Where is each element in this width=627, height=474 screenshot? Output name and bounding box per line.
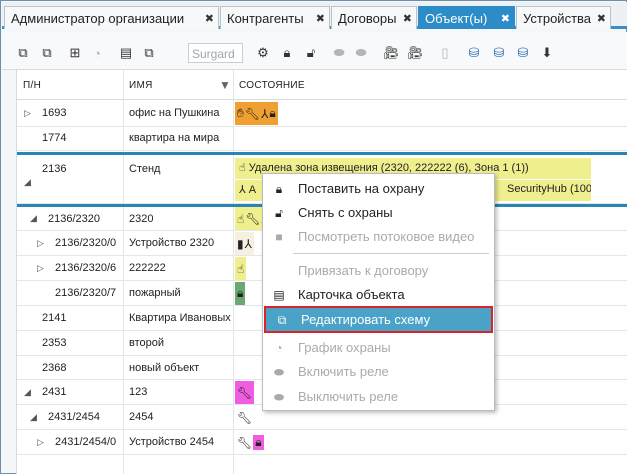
- table-row[interactable]: 1774 квартира на мира: [17, 127, 627, 151]
- app-window: Администратор организации ✖ Контрагенты …: [0, 0, 627, 474]
- state-badge: 🔒︎: [235, 282, 246, 305]
- tab-label: Объект(ы): [425, 11, 488, 26]
- tab-devices[interactable]: Устройства ✖: [516, 6, 611, 29]
- camera-remove-icon[interactable]: 🎥︎: [406, 44, 424, 62]
- relay-on-icon[interactable]: ⬬: [330, 44, 348, 62]
- scheme-icon: ⧉: [277, 313, 287, 327]
- menu-separator: [293, 253, 489, 254]
- menu-item-bind-contract[interactable]: Привязать к договору: [263, 259, 494, 283]
- db-edit-icon[interactable]: ⛁: [490, 44, 508, 62]
- expand-arrow-icon[interactable]: ▷: [37, 437, 44, 448]
- menu-item-guard-schedule[interactable]: ◔ График охраны: [263, 336, 494, 360]
- close-icon[interactable]: ✖: [403, 12, 412, 25]
- close-icon[interactable]: ✖: [597, 12, 606, 25]
- touch-icon: ☝︎: [239, 162, 246, 174]
- unlock-icon: 🔓︎: [275, 206, 283, 220]
- state-badge: ✋︎ 🔧︎ ⅄ 🔒︎: [235, 102, 278, 125]
- close-icon[interactable]: ✖: [501, 12, 510, 25]
- close-icon[interactable]: ✖: [205, 12, 214, 25]
- touch-icon: ☝︎: [237, 261, 245, 276]
- column-header-pn[interactable]: П/Н: [23, 80, 41, 91]
- column-header-name[interactable]: ИМЯ: [129, 80, 153, 91]
- expand-arrow-icon[interactable]: ▷: [37, 263, 44, 274]
- tab-contracts[interactable]: Договоры ✖: [331, 6, 417, 29]
- collapse-arrow-icon[interactable]: ◢: [30, 213, 37, 224]
- context-menu: 🔒︎ Поставить на охрану 🔓︎ Снять с охраны…: [262, 173, 495, 411]
- toolbar: ⧉ ⧉ ⊞ ◔ ▤ ⧉ Surgard ⚙ 🔒︎ 🔓︎ ⬬ ⬬ 🎥︎ 🎥︎ ▯ …: [2, 32, 627, 70]
- wrench-icon: 🔧︎: [237, 410, 253, 425]
- menu-item-edit-scheme[interactable]: ⧉ Редактировать схему: [264, 306, 493, 333]
- db-delete-icon[interactable]: ⛁: [514, 44, 532, 62]
- surgard-button[interactable]: Surgard: [188, 43, 243, 63]
- expand-all-icon[interactable]: ⧉: [14, 44, 32, 62]
- table-row[interactable]: ▷ 1693 офис на Пушкина ✋︎ 🔧︎ ⅄ 🔒︎: [17, 101, 627, 127]
- state-badge: ☝︎: [235, 257, 247, 280]
- clock-icon: ◔: [275, 341, 283, 355]
- menu-item-stream-video[interactable]: ■ Посмотреть потоковое видео: [263, 225, 494, 249]
- tab-contractors[interactable]: Контрагенты ✖: [220, 6, 330, 29]
- tab-bar: Администратор организации ✖ Контрагенты …: [2, 2, 627, 29]
- tab-org-admin[interactable]: Администратор организации ✖: [4, 6, 219, 29]
- lock-icon: 🔒︎: [253, 435, 264, 450]
- tab-objects[interactable]: Объект(ы) ✖: [418, 6, 515, 29]
- lock-icon: 🔒︎: [275, 182, 283, 196]
- collapse-arrow-icon[interactable]: ◢: [24, 387, 31, 398]
- download-icon[interactable]: ⬇: [538, 44, 556, 62]
- column-header-state[interactable]: СОСТОЯНИЕ: [239, 80, 305, 91]
- tab-label: Контрагенты: [227, 11, 304, 26]
- lock-icon: 🔒︎: [269, 106, 276, 120]
- tab-label: Договоры: [338, 11, 397, 26]
- clock-icon[interactable]: ◔: [88, 44, 106, 62]
- close-icon[interactable]: ✖: [316, 12, 325, 25]
- state-badge: 🔧︎: [235, 406, 254, 429]
- toggle-on-icon: ⬬: [273, 365, 285, 379]
- table-header: П/Н ИМЯ ▼ СОСТОЯНИЕ: [17, 72, 627, 100]
- menu-item-disarm[interactable]: 🔓︎ Снять с охраны: [263, 201, 494, 225]
- card-icon: ▤: [273, 288, 285, 302]
- collapse-arrow-icon[interactable]: ◢: [30, 412, 37, 423]
- wrench-icon: 🔧︎: [237, 385, 253, 400]
- network-icon: ⅄: [239, 184, 246, 196]
- hand-icon: ✋︎: [237, 106, 244, 120]
- collapse-all-icon[interactable]: ⧉: [38, 44, 56, 62]
- lock-icon: 🔒︎: [237, 286, 244, 300]
- wrench-icon: 🔧︎: [244, 106, 261, 121]
- menu-item-arm[interactable]: 🔒︎ Поставить на охрану: [263, 177, 494, 201]
- expand-arrow-icon[interactable]: ▷: [24, 108, 31, 119]
- db-add-icon[interactable]: ⛁: [465, 44, 483, 62]
- filter-icon[interactable]: ▼: [219, 78, 231, 92]
- tab-label: Устройства: [523, 11, 592, 26]
- state-badge: 🔧︎: [235, 381, 255, 404]
- network-icon: ⅄: [261, 106, 269, 121]
- menu-item-object-card[interactable]: ▤ Карточка объекта: [263, 283, 494, 307]
- tab-label: Администратор организации: [11, 11, 185, 26]
- unlock-icon[interactable]: 🔓︎: [302, 44, 320, 62]
- table-row[interactable]: ▷ 2431/2454/0 Устройство 2454 🔧︎ 🔒︎: [17, 430, 627, 455]
- battery-icon: ▮: [237, 236, 244, 251]
- video-camera-icon: ■: [275, 230, 283, 244]
- card-icon[interactable]: ▤: [117, 44, 135, 62]
- relay-off-icon[interactable]: ⬬: [352, 44, 370, 62]
- state-badge: 🔧︎ 🔒︎: [235, 431, 266, 454]
- collapse-arrow-icon[interactable]: ◢: [24, 177, 31, 188]
- tree-icon[interactable]: ⊞: [66, 44, 84, 62]
- camera-add-icon[interactable]: 🎥︎: [382, 44, 400, 62]
- state-badge: ▮ ⅄: [235, 232, 254, 255]
- touch-icon: ☝︎: [237, 211, 245, 226]
- settings-icon[interactable]: ⚙: [254, 44, 272, 62]
- document-icon[interactable]: ▯: [436, 44, 454, 62]
- menu-item-relay-on[interactable]: ⬬ Включить реле: [263, 360, 494, 384]
- wrench-icon: 🔧︎: [237, 435, 253, 450]
- lock-icon[interactable]: 🔒︎: [278, 44, 296, 62]
- network-icon: ⅄: [244, 236, 252, 251]
- menu-item-relay-off[interactable]: ⬬ Выключить реле: [263, 385, 494, 409]
- wrench-icon: 🔧︎: [245, 211, 261, 226]
- expand-arrow-icon[interactable]: ▷: [37, 238, 44, 249]
- toggle-off-icon: ⬬: [273, 390, 285, 404]
- scheme-icon[interactable]: ⧉: [140, 44, 158, 62]
